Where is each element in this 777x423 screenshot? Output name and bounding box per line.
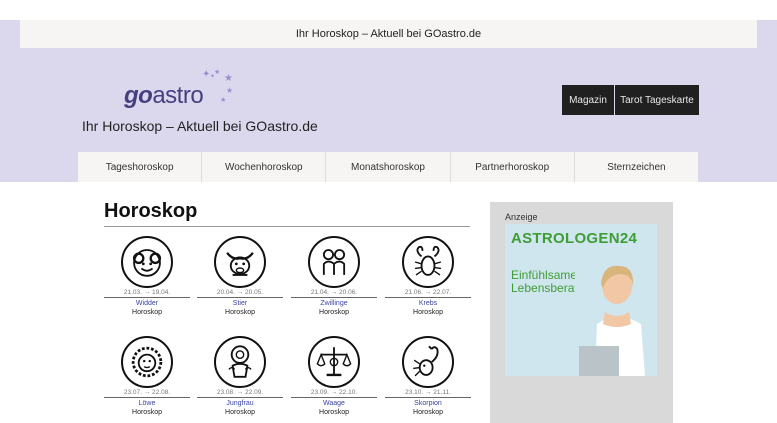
magazin-button[interactable]: Magazin xyxy=(562,85,614,115)
page-title-bar: Ihr Horoskop – Aktuell bei GOastro.de xyxy=(20,20,757,48)
nav-sternzeichen[interactable]: Sternzeichen xyxy=(575,152,698,182)
tarot-button[interactable]: Tarot Tageskarte xyxy=(615,85,699,115)
twins-icon xyxy=(308,236,360,288)
zodiac-loewe[interactable]: 23.07. → 22.08. Löwe Horoskop xyxy=(104,336,190,417)
virgin-icon xyxy=(214,336,266,388)
zodiac-zwillinge[interactable]: 21.04. → 20.06. Zwillinge Horoskop xyxy=(291,236,377,317)
page-title: Ihr Horoskop – Aktuell bei GOastro.de xyxy=(295,28,482,40)
ram-icon xyxy=(121,236,173,288)
ad-box: Anzeige ASTROLOGEN24 Einfühlsame Lebensb… xyxy=(490,202,673,423)
nav-partnerhoroskop[interactable]: Partnerhoroskop xyxy=(451,152,575,182)
top-strip xyxy=(0,0,777,20)
zodiac-krebs[interactable]: 21.06. → 22.07. Krebs Horoskop xyxy=(385,236,471,317)
zodiac-waage[interactable]: 23.09. → 22.10. Waage Horoskop xyxy=(291,336,377,417)
lion-icon xyxy=(121,336,173,388)
ad-banner[interactable]: ASTROLOGEN24 Einfühlsame Lebensberatung xyxy=(505,224,657,376)
ad-person-image xyxy=(575,254,657,376)
zodiac-stier[interactable]: 20.04. → 20.05. Stier Horoskop xyxy=(197,236,283,317)
zodiac-widder[interactable]: 21.03. → 19.04. Widder Horoskop xyxy=(104,236,190,317)
ad-label: Anzeige xyxy=(505,212,538,222)
nav-tageshoroskop[interactable]: Tageshoroskop xyxy=(78,152,203,182)
ad-brand: ASTROLOGEN24 xyxy=(511,230,638,247)
logo[interactable]: goastro ✦ ★ ★ ★ ★ ✦ xyxy=(124,69,233,110)
zodiac-skorpion[interactable]: 23.10. → 21.11. Skorpion Horoskop xyxy=(385,336,471,417)
tagline: Ihr Horoskop – Aktuell bei GOastro.de xyxy=(82,118,318,134)
scorpion-icon xyxy=(402,336,454,388)
scales-icon xyxy=(308,336,360,388)
zodiac-jungfrau[interactable]: 23.08. → 22.09. Jungfrau Horoskop xyxy=(197,336,283,417)
nav-wochenhoroskop[interactable]: Wochenhoroskop xyxy=(202,152,327,182)
nav-monatshoroskop[interactable]: Monatshoroskop xyxy=(326,152,451,182)
bull-icon xyxy=(214,236,266,288)
main-nav: Tageshoroskop Wochenhoroskop Monatshoros… xyxy=(78,152,698,182)
stars-icon: ✦ ★ ★ ★ ★ ✦ xyxy=(202,69,234,104)
crab-icon xyxy=(402,236,454,288)
section-title: Horoskop xyxy=(104,200,198,222)
title-divider xyxy=(104,226,470,227)
